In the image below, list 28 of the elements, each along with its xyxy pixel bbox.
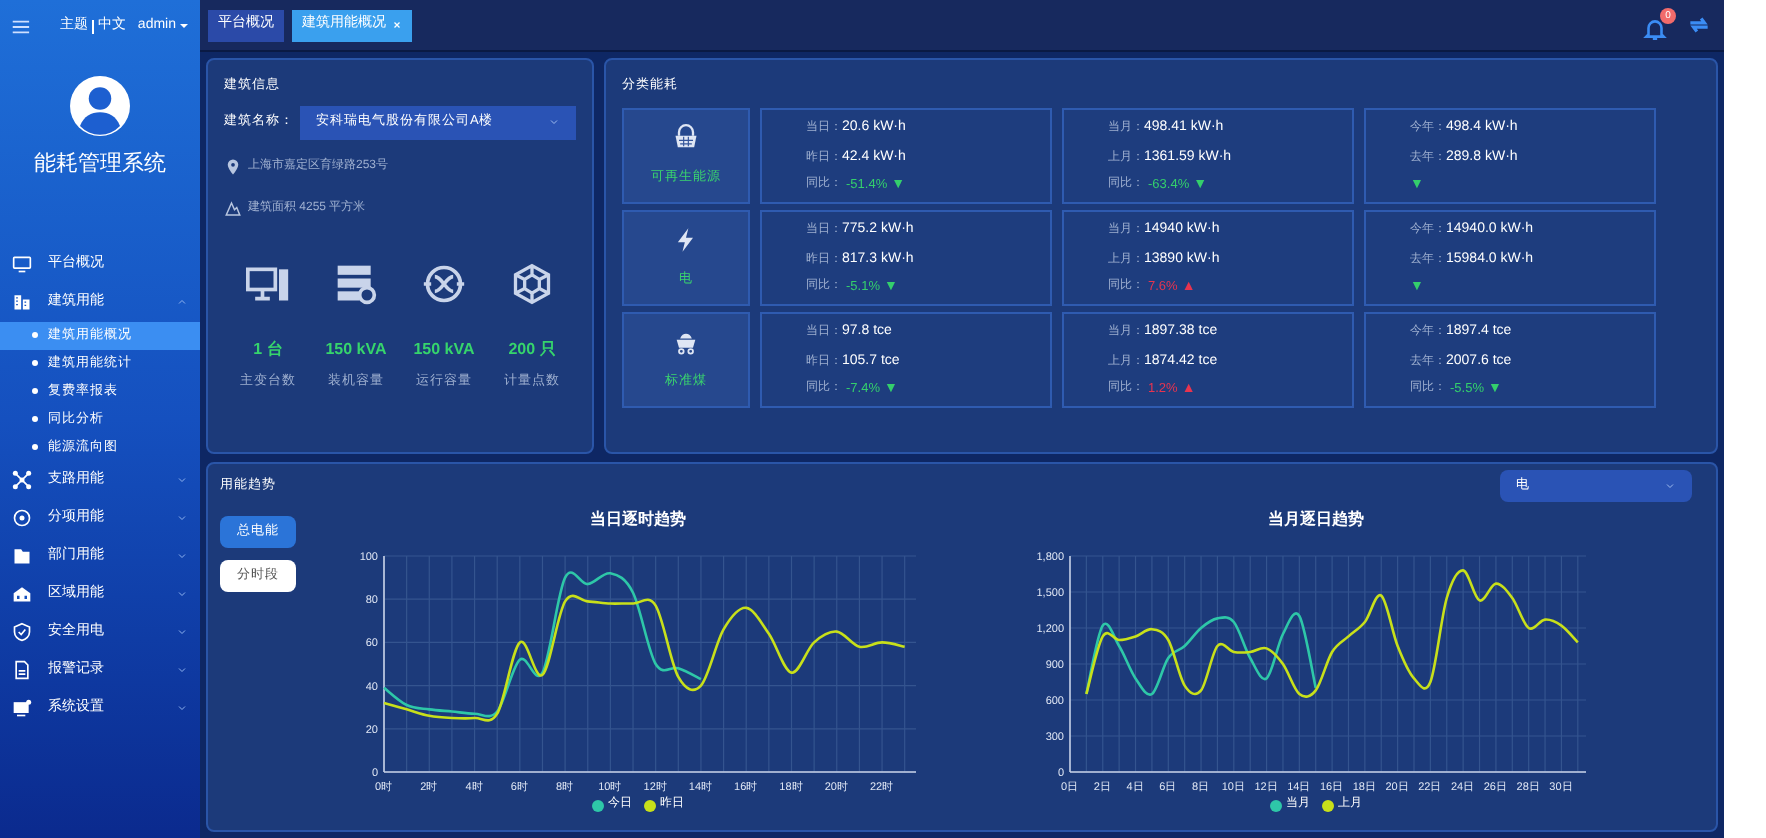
system-title: 能耗管理系统 (32, 148, 168, 180)
bell-icon[interactable] (1642, 15, 1668, 41)
menu-icon-glyph (12, 698, 32, 718)
stat-value: 150 kVA (413, 337, 475, 362)
menu-icon-glyph (12, 584, 32, 604)
server-clock-icon (334, 261, 378, 306)
menu-icon-glyph (12, 470, 32, 490)
chart-title: 当月逐日趋势 (1268, 508, 1364, 532)
menu-icon-glyph (12, 660, 32, 680)
network-hexagon-icon (510, 261, 554, 306)
menu-icon-glyph (12, 254, 32, 274)
switch-circle-icon (422, 261, 466, 306)
menu-icon-glyph (12, 622, 32, 642)
chevron-icon (1664, 480, 1676, 492)
chevron-icon (548, 116, 560, 129)
location-pin-icon (224, 157, 242, 176)
solar-basket-icon (672, 123, 700, 152)
menu-icon-glyph (12, 292, 32, 312)
avatar-icon (70, 76, 130, 136)
caret-icon (178, 20, 190, 32)
stat-value: 200 只 (508, 337, 556, 362)
stat-value: 1 台 (253, 337, 283, 362)
menu-icon[interactable] (10, 15, 32, 37)
close-icon[interactable] (392, 20, 402, 30)
chart-title: 当日逐时趋势 (590, 508, 686, 532)
area-icon (224, 199, 242, 218)
stat-value: 150 kVA (325, 337, 387, 362)
refresh-icon[interactable] (1686, 12, 1712, 38)
